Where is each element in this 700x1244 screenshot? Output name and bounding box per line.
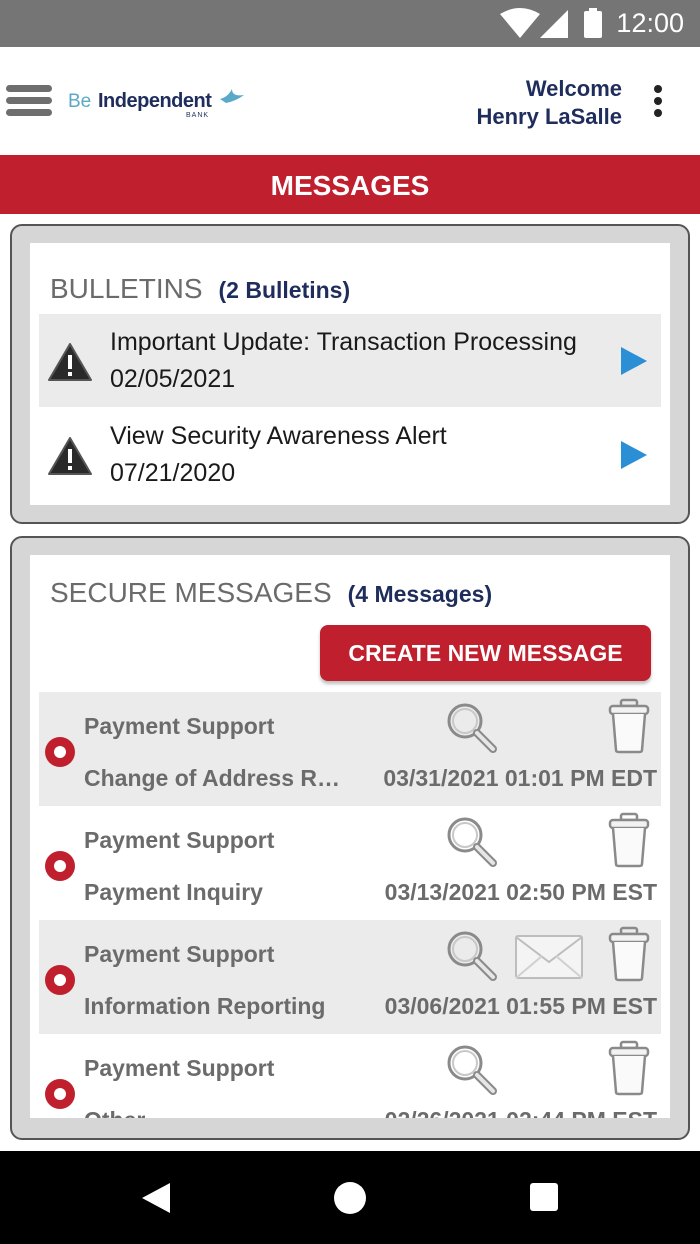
message-from: Payment Support bbox=[84, 827, 275, 853]
bulletin-date: 07/21/2020 bbox=[110, 459, 236, 487]
trash-icon[interactable] bbox=[607, 1040, 651, 1096]
app-header: Be Independent BANK Welcome Henry LaSall… bbox=[0, 47, 700, 155]
message-row[interactable]: Payment Support Other 02/26/2021 02:44 P… bbox=[39, 1034, 661, 1118]
more-options-icon[interactable] bbox=[652, 85, 664, 119]
message-date: 03/13/2021 02:50 PM EST bbox=[384, 879, 657, 905]
bird-icon bbox=[220, 89, 244, 103]
user-name: Henry LaSalle bbox=[476, 104, 622, 129]
messages-list[interactable]: Payment Support Change of Address Reques… bbox=[30, 692, 670, 1118]
system-nav-bar bbox=[0, 1151, 700, 1244]
secure-messages-card: SECURE MESSAGES (4 Messages) CREATE NEW M… bbox=[10, 536, 690, 1140]
logo-be: Be bbox=[68, 91, 92, 112]
play-arrow-icon[interactable] bbox=[619, 439, 649, 471]
unread-indicator-icon bbox=[45, 851, 75, 881]
logo-bank: BANK bbox=[186, 112, 210, 119]
battery-icon bbox=[584, 8, 602, 38]
play-arrow-icon[interactable] bbox=[619, 345, 649, 377]
bulletins-card: BULLETINS (2 Bulletins) Important Update:… bbox=[10, 224, 690, 524]
bank-logo: Be Independent BANK bbox=[68, 87, 248, 121]
welcome-label: Welcome bbox=[525, 76, 622, 101]
message-from: Payment Support bbox=[84, 941, 275, 967]
bulletin-item[interactable]: View Security Awareness Alert 07/21/2020 bbox=[39, 408, 661, 501]
search-icon[interactable] bbox=[444, 1042, 498, 1096]
trash-icon[interactable] bbox=[607, 698, 651, 754]
message-subject: Other bbox=[84, 1107, 346, 1118]
message-date: 03/06/2021 01:55 PM EST bbox=[384, 993, 657, 1019]
search-icon[interactable] bbox=[444, 814, 498, 868]
bulletin-date: 02/05/2021 bbox=[110, 365, 236, 393]
cell-signal-icon bbox=[540, 10, 568, 38]
message-date: 02/26/2021 02:44 PM EST bbox=[385, 1107, 657, 1118]
status-time: 12:00 bbox=[616, 8, 684, 38]
trash-icon[interactable] bbox=[607, 812, 651, 868]
unread-indicator-icon bbox=[45, 737, 75, 767]
search-icon[interactable] bbox=[444, 928, 498, 982]
secure-messages-header: SECURE MESSAGES (4 Messages) bbox=[50, 577, 492, 609]
message-subject: Information Reporting bbox=[84, 993, 326, 1019]
bulletins-header: BULLETINS (2 Bulletins) bbox=[50, 273, 350, 305]
warning-icon bbox=[48, 437, 92, 475]
envelope-icon[interactable] bbox=[514, 934, 584, 980]
menu-icon[interactable] bbox=[6, 85, 52, 117]
unread-indicator-icon bbox=[45, 1079, 75, 1109]
message-row[interactable]: Payment Support Payment Inquiry 03/13/20… bbox=[39, 806, 661, 920]
trash-icon[interactable] bbox=[607, 926, 651, 982]
bulletin-title: View Security Awareness Alert bbox=[110, 422, 447, 450]
message-from: Payment Support bbox=[84, 713, 275, 739]
recents-icon[interactable] bbox=[529, 1181, 559, 1213]
message-subject: Change of Address Request bbox=[84, 765, 346, 791]
message-subject: Payment Inquiry bbox=[84, 879, 263, 905]
create-new-message-button[interactable]: CREATE NEW MESSAGE bbox=[320, 625, 651, 681]
home-icon[interactable] bbox=[333, 1181, 367, 1215]
bulletins-count: (2 Bulletins) bbox=[218, 277, 351, 303]
message-row[interactable]: Payment Support Change of Address Reques… bbox=[39, 692, 661, 806]
page-title: MESSAGES bbox=[0, 155, 700, 214]
message-from: Payment Support bbox=[84, 1055, 275, 1081]
status-bar: 12:00 bbox=[0, 0, 700, 47]
bulletin-title: Important Update: Transaction Processing bbox=[110, 328, 577, 356]
secure-messages-title: SECURE MESSAGES bbox=[50, 577, 332, 608]
message-date: 03/31/2021 01:01 PM EDT bbox=[383, 765, 657, 791]
warning-icon bbox=[48, 343, 92, 381]
message-row[interactable]: Payment Support Information Reporting 03… bbox=[39, 920, 661, 1034]
welcome-text: Welcome Henry LaSalle bbox=[476, 75, 622, 131]
wifi-icon bbox=[500, 8, 540, 38]
back-icon[interactable] bbox=[140, 1181, 172, 1215]
bulletins-title: BULLETINS bbox=[50, 273, 203, 304]
search-icon[interactable] bbox=[444, 700, 498, 754]
unread-indicator-icon bbox=[45, 965, 75, 995]
bulletin-item[interactable]: Important Update: Transaction Processing… bbox=[39, 314, 661, 407]
logo-independent: Independent bbox=[98, 90, 212, 112]
secure-messages-count: (4 Messages) bbox=[347, 581, 493, 607]
